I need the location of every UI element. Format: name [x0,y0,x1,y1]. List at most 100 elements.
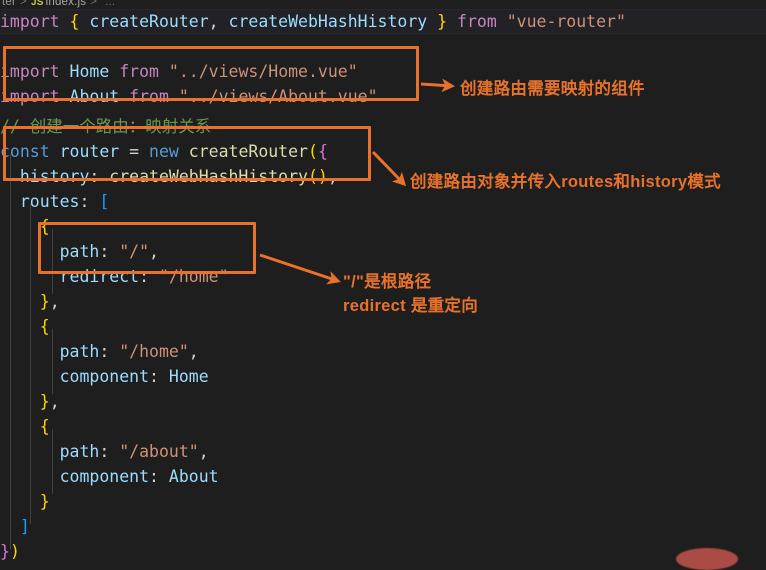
code-line-7[interactable]: history: createWebHashHistory(), [0,164,338,189]
code-token: createRouter [89,12,209,31]
code-line-5[interactable]: // 创建一个路由：映射关系 [0,114,211,139]
code-token: , [188,342,199,361]
code-token: : [79,192,100,211]
code-token: [ [99,192,110,211]
code-token: // 创建一个路由：映射关系 [0,117,212,136]
code-line-13[interactable]: { [0,314,50,339]
code-line-11[interactable]: redirect: "/home" [0,264,229,289]
code-token: } [437,12,448,31]
code-token: ) [9,542,20,561]
code-line-8[interactable]: routes: [ [0,189,109,214]
code-line-3[interactable]: import Home from "../views/Home.vue" [0,59,358,84]
code-token: : [99,442,120,461]
code-token: ( [308,142,318,161]
code-line-10[interactable]: path: "/", [0,239,159,264]
breadcrumb-separator-icon-2: > [90,0,98,8]
code-line-22[interactable]: }) [0,539,20,564]
code-line-15[interactable]: component: Home [0,364,209,389]
code-token: : [149,467,169,486]
code-token: : [139,267,159,286]
code-token: "/home" [158,267,229,286]
code-line-18[interactable]: path: "/about", [0,439,209,464]
code-token: , [49,392,60,411]
label-map-components: 创建路由需要映射的组件 [460,77,645,101]
code-line-21[interactable]: ] [0,514,30,539]
code-line-14[interactable]: path: "/home", [0,339,199,364]
annotation-text-line: 创建路由对象并传入routes和history模式 [410,173,721,191]
code-token: , [49,292,60,311]
code-token: : [89,167,110,186]
code-token: ] [19,517,30,536]
code-token: redirect [59,267,140,286]
code-token: "../views/About.vue" [178,87,378,106]
code-token: from [129,87,169,106]
code-token: , [198,442,209,461]
code-token: About [168,467,219,486]
breadcrumb-tail[interactable]: ... [105,0,115,8]
code-token: } [0,542,10,561]
code-line-20[interactable]: } [0,489,50,514]
code-token: } [39,392,50,411]
code-token: const [0,142,50,161]
label-create-router-object: 创建路由对象并传入routes和history模式 [410,170,721,194]
code-line-16[interactable]: }, [0,389,60,414]
code-token: "../views/Home.vue" [168,62,358,81]
code-line-12[interactable]: }, [0,289,60,314]
code-token: () [307,167,328,186]
code-token: About [69,87,120,106]
code-line-17[interactable]: { [0,414,50,439]
code-token: path [59,242,100,261]
code-line-4[interactable]: import About from "../views/About.vue" [0,84,378,109]
code-token: "/home" [119,342,189,361]
code-token: , [208,12,219,31]
code-token: import [0,87,60,106]
code-token: { [69,12,80,31]
code-token: new [149,142,179,161]
code-token: , [149,242,159,261]
code-token: Home [168,367,209,386]
code-token: import [0,12,60,31]
code-line-19[interactable]: component: About [0,464,219,489]
code-token: "/about" [119,442,199,461]
code-line-1[interactable]: import { createRouter, createWebHashHist… [0,9,626,34]
code-token: : [99,342,120,361]
breadcrumb-file[interactable]: index.js [46,0,87,8]
code-line-6[interactable]: const router = new createRouter({ [0,139,328,164]
annotation-text-line: redirect 是重定向 [343,297,479,315]
label-root-path: "/"是根路径 redirect 是重定向 [343,270,478,318]
code-token: createRouter [188,142,308,161]
code-token: createWebHashHistory [228,12,428,31]
code-token: component [59,367,150,386]
js-file-icon: JS [30,0,44,8]
code-token: "/" [119,242,150,261]
code-token: = [129,142,140,161]
breadcrumb[interactable]: ter > JS index.js > ... [0,0,766,9]
code-token: from [119,62,159,81]
code-token: path [59,342,100,361]
code-line-9[interactable]: { [0,214,50,239]
code-token: : [149,367,169,386]
code-token: { [39,417,50,436]
code-token: { [317,142,328,161]
breadcrumb-folder[interactable]: ter [2,0,16,8]
